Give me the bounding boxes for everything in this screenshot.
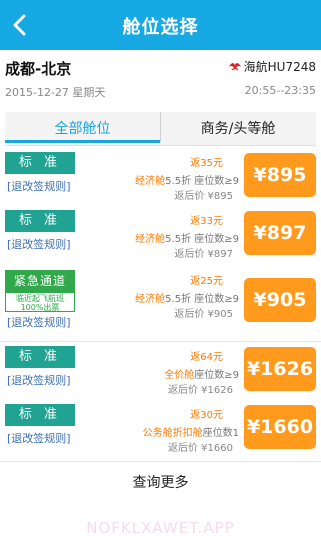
- cashback-label: 返64元: [190, 352, 223, 363]
- hainan-airlines-logo-icon: [228, 62, 241, 70]
- cabin-info: 经济舱5.5折 座位数≥9: [135, 290, 239, 305]
- active-tab-indicator: [5, 140, 160, 143]
- cabin-info: 经济舱5.5折 座位数≥9: [135, 230, 239, 245]
- fare-badge: 标 准: [5, 346, 75, 368]
- fare-badge: 标 准: [5, 152, 75, 174]
- tab-business-first[interactable]: 商务/头等舱: [160, 118, 316, 138]
- cabin-detail: 5.5折 座位数≥9: [165, 234, 239, 245]
- refund-rules-link[interactable]: [退改签规则]: [7, 372, 71, 388]
- cabin-class: 全价舱: [164, 370, 195, 381]
- fare-badge: 紧急通道: [5, 270, 75, 292]
- page-title: 舱位选择: [122, 17, 199, 38]
- tab-all-cabins[interactable]: 全部舱位: [5, 118, 160, 138]
- after-cashback-price: 返后价 ¥905: [174, 309, 233, 320]
- load-more-button[interactable]: 查询更多: [0, 472, 321, 492]
- app-header: 舱位选择: [0, 0, 321, 50]
- after-cashback-price: 返后价 ¥895: [174, 191, 233, 202]
- book-price-button[interactable]: ¥895: [244, 153, 316, 197]
- cabin-detail: 5.5折 座位数≥9: [165, 176, 239, 187]
- route-name: 成都-北京: [5, 60, 72, 78]
- tab-divider: [160, 112, 161, 142]
- flight-info: 成都-北京 海航HU7248 2015-12-27 星期天 20:55--23:…: [0, 50, 321, 104]
- cabin-detail: 座位数≥9: [194, 370, 239, 381]
- fare-row[interactable]: 标 准 [退改签规则] 返35元 经济舱5.5折 座位数≥9 返后价 ¥895 …: [0, 148, 321, 210]
- cabin-detail: 5.5折 座位数≥9: [165, 294, 239, 305]
- refund-rules-link[interactable]: [退改签规则]: [7, 314, 71, 330]
- cashback-label: 返25元: [190, 276, 223, 287]
- cabin-info: 全价舱座位数≥9: [164, 366, 239, 381]
- cashback-label: 返35元: [190, 158, 223, 169]
- book-price-button[interactable]: ¥1626: [244, 347, 316, 391]
- flight-date: 2015-12-27 星期天: [5, 86, 106, 99]
- after-cashback-price: 返后价 ¥1660: [168, 443, 233, 454]
- flight-time: 20:55--23:35: [244, 84, 316, 97]
- fare-row[interactable]: 标 准 [退改签规则] 返33元 经济舱5.5折 座位数≥9 返后价 ¥897 …: [0, 206, 321, 268]
- book-price-button[interactable]: ¥905: [244, 278, 316, 322]
- urgent-note: 临近起飞航班 100%出票: [5, 292, 75, 312]
- refund-rules-link[interactable]: [退改签规则]: [7, 430, 71, 446]
- cashback-label: 返30元: [190, 410, 223, 421]
- cashback-label: 返33元: [190, 216, 223, 227]
- book-price-button[interactable]: ¥897: [244, 211, 316, 255]
- after-cashback-price: 返后价 ¥1626: [168, 385, 233, 396]
- fare-badge: 标 准: [5, 210, 75, 232]
- cabin-class: 公务舱折扣舱: [142, 428, 203, 439]
- cabin-info: 公务舱折扣舱座位数1: [143, 424, 239, 439]
- fare-row[interactable]: 紧急通道 临近起飞航班 100%出票 [退改签规则] 返25元 经济舱5.5折 …: [0, 266, 321, 342]
- fare-row[interactable]: 标 准 [退改签规则] 返64元 全价舱座位数≥9 返后价 ¥1626 ¥162…: [0, 342, 321, 404]
- cabin-class: 经济舱: [135, 176, 166, 187]
- fare-row[interactable]: 标 准 [退改签规则] 返30元 公务舱折扣舱座位数1 返后价 ¥1660 ¥1…: [0, 400, 321, 462]
- airline-flight-number: 海航HU7248: [243, 60, 316, 74]
- after-cashback-price: 返后价 ¥897: [174, 249, 233, 260]
- cabin-class: 经济舱: [135, 234, 166, 245]
- refund-rules-link[interactable]: [退改签规则]: [7, 178, 71, 194]
- book-price-button[interactable]: ¥1660: [244, 405, 316, 449]
- refund-rules-link[interactable]: [退改签规则]: [7, 236, 71, 252]
- cabin-info: 经济舱5.5折 座位数≥9: [135, 172, 239, 187]
- cabin-class: 经济舱: [135, 294, 166, 305]
- cabin-detail: 座位数1: [202, 428, 239, 439]
- fare-badge: 标 准: [5, 404, 75, 426]
- airline: 海航HU7248: [228, 58, 316, 75]
- watermark: NOFKLXAWET.APP: [86, 519, 235, 537]
